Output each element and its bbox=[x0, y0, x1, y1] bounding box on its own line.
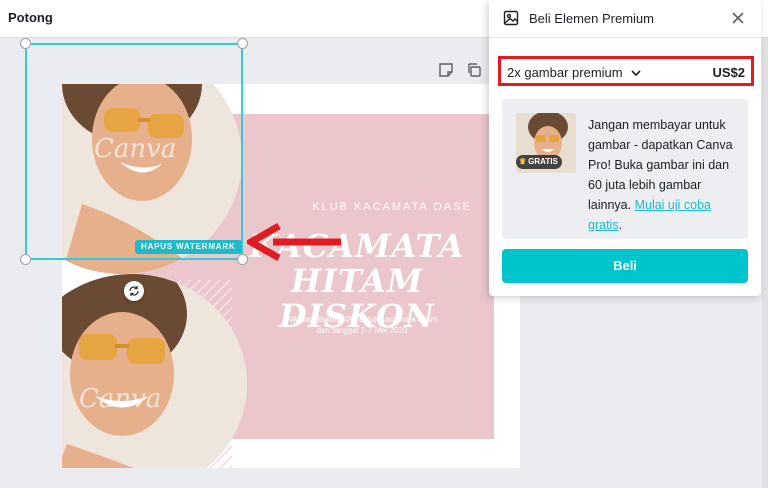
watermark-text: Canva bbox=[79, 384, 162, 414]
free-badge-label: GRATIS bbox=[528, 157, 558, 166]
club-text[interactable]: KLUB KACAMATA OASE bbox=[272, 201, 512, 213]
buy-button[interactable]: Beli bbox=[502, 249, 748, 283]
free-badge: ♛ GRATIS bbox=[516, 155, 562, 169]
crop-title: Potong bbox=[8, 10, 53, 25]
rotate-handle[interactable] bbox=[124, 281, 144, 301]
price-value: US$2 bbox=[712, 65, 745, 80]
resize-handle-top-left[interactable] bbox=[20, 38, 31, 49]
promo-subtext[interactable]: Nikmati diskon 50% untuk kacamata hitam … bbox=[242, 314, 482, 336]
resize-handle-bottom-left[interactable] bbox=[20, 254, 31, 265]
panel-header: Beli Elemen Premium bbox=[489, 0, 761, 38]
page-tools bbox=[438, 62, 482, 78]
subtext-line-1: Nikmati diskon 50% untuk kacamata hitam bbox=[286, 315, 438, 324]
quantity-select[interactable]: 2x gambar premium US$2 bbox=[498, 56, 754, 86]
resize-handle-top-right[interactable] bbox=[237, 38, 248, 49]
remove-watermark-button[interactable]: HAPUS WATERMARK bbox=[135, 240, 242, 254]
scrollbar-track[interactable] bbox=[762, 38, 768, 488]
panel-title: Beli Elemen Premium bbox=[529, 11, 654, 26]
chevron-down-icon bbox=[631, 70, 641, 77]
note-icon[interactable] bbox=[438, 62, 454, 78]
image-icon bbox=[503, 10, 519, 26]
subtext-line-2: dari tanggal 1-7 Mei 2020 bbox=[316, 326, 408, 335]
crown-icon: ♛ bbox=[519, 157, 527, 166]
premium-purchase-panel: Beli Elemen Premium 2x gambar premium US… bbox=[489, 0, 761, 296]
pro-promo-text: Jangan membayar untuk gambar - dapatkan … bbox=[588, 115, 738, 235]
duplicate-page-icon[interactable] bbox=[466, 62, 482, 78]
canva-pro-info-card: ♛ GRATIS Jangan membayar untuk gambar - d… bbox=[502, 99, 748, 239]
quantity-select-value: 2x gambar premium bbox=[507, 65, 623, 80]
close-icon[interactable] bbox=[730, 10, 746, 26]
red-arrow-annotation bbox=[247, 223, 341, 261]
trial-suffix: . bbox=[618, 218, 623, 232]
selection-frame[interactable] bbox=[20, 38, 248, 265]
rotate-icon bbox=[129, 286, 139, 296]
